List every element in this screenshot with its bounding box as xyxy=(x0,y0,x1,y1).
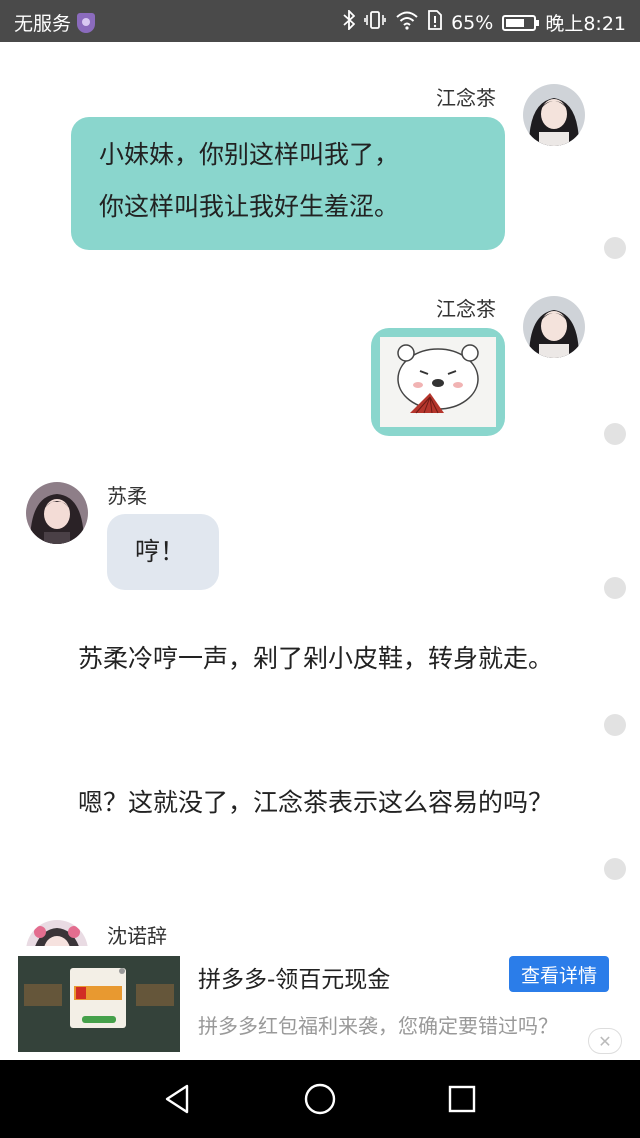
story-paragraph: 嗯？这就没了，江念茶表示这么容易的吗？ xyxy=(28,788,554,817)
sticker-bubble[interactable] xyxy=(371,328,505,436)
paragraph-comment-dot[interactable] xyxy=(604,714,626,736)
sender-name: 江念茶 xyxy=(436,86,496,110)
back-icon[interactable] xyxy=(161,1082,195,1116)
shield-icon xyxy=(77,12,96,33)
message-line: 你这样叫我让我好生羞涩。 xyxy=(99,192,400,221)
status-bar: 无服务 65% 晚上8:21 xyxy=(0,0,640,42)
avatar[interactable] xyxy=(523,84,585,146)
chat-area[interactable]: 江念茶 小妹妹，你别这样叫我了， 你这样叫我让我好生羞涩。 江念茶 苏柔 哼！ … xyxy=(0,42,640,946)
clock: 晚上8:21 xyxy=(545,13,626,35)
bear-sticker-image xyxy=(380,337,496,427)
paragraph-comment-dot[interactable] xyxy=(604,423,626,445)
message-line: 哼！ xyxy=(135,537,186,566)
ad-banner[interactable]: 拼多多-领百元现金 查看详情 拼多多红包福利来袭，您确定要错过吗？ ✕ xyxy=(0,946,640,1060)
navigation-bar xyxy=(0,1060,640,1138)
paragraph-comment-dot[interactable] xyxy=(604,237,626,259)
status-right: 65% 晚上8:21 xyxy=(343,8,626,36)
battery-percent: 65% xyxy=(451,11,494,34)
ad-subtitle: 拼多多红包福利来袭，您确定要错过吗？ xyxy=(198,1014,558,1038)
sender-name: 苏柔 xyxy=(107,484,147,508)
bluetooth-icon xyxy=(343,8,356,36)
close-icon[interactable]: ✕ xyxy=(588,1028,622,1054)
sim-alert-icon xyxy=(428,9,442,36)
ad-thumbnail[interactable] xyxy=(18,956,180,1052)
avatar[interactable] xyxy=(26,920,88,946)
view-details-button[interactable]: 查看详情 xyxy=(509,956,609,992)
battery-icon xyxy=(502,14,540,31)
message-bubble[interactable]: 小妹妹，你别这样叫我了， 你这样叫我让我好生羞涩。 xyxy=(71,117,505,250)
avatar[interactable] xyxy=(26,482,88,544)
paragraph-comment-dot[interactable] xyxy=(604,858,626,880)
vibrate-icon xyxy=(364,10,386,36)
sender-name: 江念茶 xyxy=(436,297,496,321)
wifi-icon xyxy=(395,10,419,36)
home-icon[interactable] xyxy=(303,1082,337,1116)
status-left: 无服务 xyxy=(14,9,96,36)
carrier-label: 无服务 xyxy=(14,13,72,35)
paragraph-comment-dot[interactable] xyxy=(604,577,626,599)
sender-name: 沈诺辞 xyxy=(107,924,167,946)
avatar[interactable] xyxy=(523,296,585,358)
message-bubble[interactable]: 哼！ xyxy=(107,514,219,590)
recents-icon[interactable] xyxy=(445,1082,479,1116)
message-line: 小妹妹，你别这样叫我了， xyxy=(99,140,400,169)
ad-title[interactable]: 拼多多-领百元现金 xyxy=(198,960,390,994)
story-paragraph: 苏柔冷哼一声，剁了剁小皮鞋，转身就走。 xyxy=(28,644,554,673)
